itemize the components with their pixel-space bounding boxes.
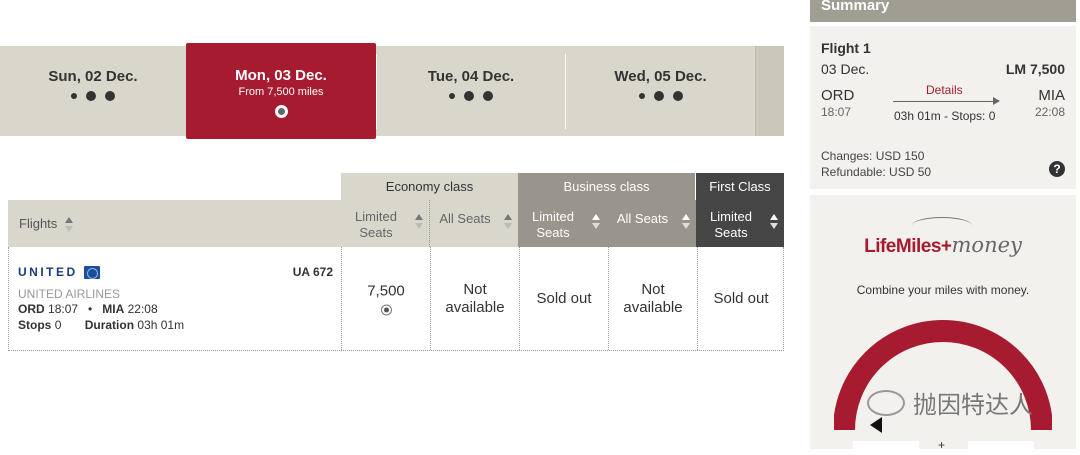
origin-code: ORD [18, 302, 45, 316]
duration-value: 03h 01m [137, 318, 185, 332]
date-carousel: Sun, 02 Dec. Tue, 04 Dec. Wed, 05 Dec. M… [0, 43, 784, 139]
fare-cell-business-all: Not available [608, 247, 697, 350]
fare-status: Sold out [536, 289, 592, 307]
summary-duration-stops: 03h 01m - Stops: 0 [894, 109, 996, 123]
watermark-text: 抛因特达人 [913, 392, 1033, 419]
sort-icon [592, 214, 600, 234]
summary-flight-title: Flight 1 [821, 40, 871, 56]
fare-status: Sold out [713, 289, 769, 307]
plus-icon: + [938, 438, 946, 452]
price-dots [377, 91, 565, 101]
date-tab-from-price: From 7,500 miles [238, 86, 324, 98]
logo-text-money: money [951, 233, 1022, 257]
stops-label: Stops [18, 318, 52, 332]
summary-refund-fee: Refundable: USD 50 [821, 165, 932, 179]
stops-value: 0 [54, 318, 62, 332]
flight-stops-duration: Stops 0 Duration 03h 01m [18, 318, 333, 332]
column-header-label: All Seats [616, 211, 669, 226]
date-tab-mon-03-selected[interactable]: Mon, 03 Dec. From 7,500 miles [186, 43, 376, 139]
column-header-label: Flights [19, 216, 58, 231]
table-row: UNITED UA 672 UNITED AIRLINES ORD 18:07 … [8, 247, 784, 351]
fare-status: Not available [623, 280, 683, 316]
flight-times: ORD 18:07 • MIA 22:08 [18, 302, 158, 316]
airline-logo: UNITED [18, 265, 333, 279]
duration-label: Duration [84, 318, 135, 332]
column-header-economy-all[interactable]: All Seats [430, 200, 518, 247]
summary-details-link[interactable]: Details [926, 83, 963, 97]
summary-changes-fee: Changes: USD 150 [821, 149, 925, 163]
sort-icon [682, 214, 690, 234]
column-header-first-limited[interactable]: Limited Seats [696, 200, 784, 247]
column-header-label: All Seats [439, 211, 491, 226]
summary-panel: Flight 1 03 Dec. LM 7,500 ORD 18:07 Deta… [810, 26, 1076, 189]
fare-cell-economy-all: Not available [430, 247, 519, 350]
price-dots [566, 91, 755, 101]
column-header-business-limited[interactable]: Limited Seats [518, 200, 607, 247]
miles-amount-box[interactable] [853, 441, 919, 455]
column-header-flights[interactable]: Flights [8, 200, 341, 247]
date-tab-tue-04[interactable]: Tue, 04 Dec. [377, 46, 565, 136]
logo-plus: + [940, 236, 952, 257]
column-header-business-all[interactable]: All Seats [607, 200, 696, 247]
fare-miles: 7,500 [367, 282, 405, 299]
date-tab-label: Sun, 02 Dec. [48, 68, 138, 85]
summary-arrival-time: 22:08 [1034, 105, 1065, 119]
lifemiles-money-logo: LifeMiles+money [810, 233, 1076, 258]
wechat-icon [867, 389, 905, 416]
sort-icon [415, 214, 423, 234]
airline-name: UNITED AIRLINES [18, 287, 121, 301]
date-tab-label: Wed, 05 Dec. [614, 68, 707, 85]
date-tab-label: Mon, 03 Dec. [235, 67, 327, 84]
money-amount-box[interactable] [968, 441, 1034, 455]
summary-price: LM 7,500 [1005, 61, 1065, 77]
column-header-label: Limited Seats [710, 209, 752, 240]
summary-origin: ORD [821, 87, 855, 104]
class-header-business: Business class [518, 173, 695, 200]
table-header-row: Flights Limited Seats All Seats Limited … [8, 200, 784, 247]
summary-destination: MIA [1038, 87, 1065, 104]
destination-code: MIA [102, 302, 125, 316]
fare-status: Not available [445, 280, 505, 316]
departure-time: 18:07 [48, 302, 79, 316]
date-tab-label: Tue, 04 Dec. [427, 68, 515, 85]
airline-logo-text: UNITED [18, 265, 78, 279]
carousel-next-arrow[interactable] [755, 46, 784, 136]
column-header-economy-limited[interactable]: Limited Seats [341, 200, 430, 247]
summary-departure-time: 18:07 [821, 105, 852, 119]
logo-text-lifemiles: LifeMiles [864, 236, 941, 257]
route-arrow-icon [893, 97, 1000, 105]
summary-date: 03 Dec. [821, 61, 870, 77]
sort-icon [770, 214, 778, 234]
miles-money-gauge[interactable] [834, 315, 1052, 445]
price-dots [0, 91, 186, 101]
united-globe-icon [83, 265, 100, 279]
sort-icon [504, 214, 512, 234]
fare-cell-business-limited: Sold out [519, 247, 608, 350]
fare-radio-icon[interactable] [380, 304, 392, 315]
fare-cell-economy-limited[interactable]: 7,500 [341, 247, 430, 350]
fare-cell-first-limited: Sold out [697, 247, 784, 350]
flight-info: UNITED UA 672 UNITED AIRLINES ORD 18:07 … [18, 265, 333, 332]
watermark: 抛因特达人 [867, 385, 1033, 420]
class-header-first: First Class [696, 173, 784, 200]
column-header-label: Limited Seats [355, 209, 397, 240]
class-header-economy: Economy class [341, 173, 518, 200]
sort-icon [64, 217, 73, 233]
selected-radio-icon [274, 105, 288, 118]
column-header-label: Limited Seats [532, 209, 574, 240]
date-tab-sun-02[interactable]: Sun, 02 Dec. [0, 46, 186, 136]
arrival-time: 22:08 [127, 302, 158, 316]
help-icon[interactable]: ? [1049, 161, 1065, 177]
plane-arc-icon [912, 217, 972, 234]
lifemiles-tagline: Combine your miles with money. [856, 283, 1030, 297]
flight-number: UA 672 [292, 265, 333, 279]
date-tab-wed-05[interactable]: Wed, 05 Dec. [566, 46, 755, 136]
summary-header: Summary [810, 0, 1076, 22]
